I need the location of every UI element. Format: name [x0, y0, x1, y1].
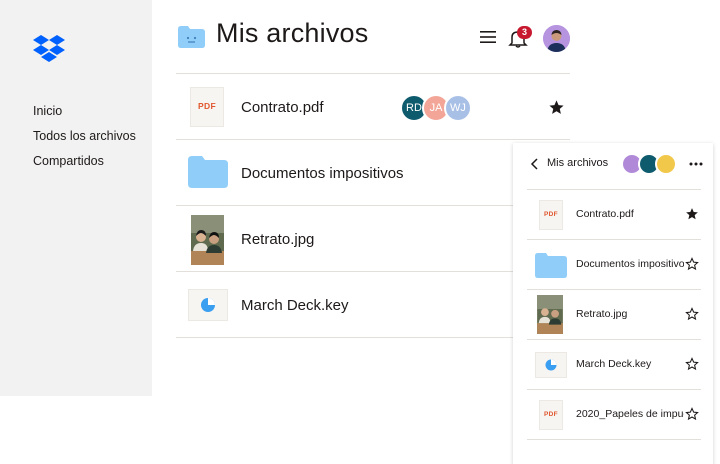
- file-name[interactable]: March Deck.key: [576, 358, 684, 370]
- mobile-panel: Mis archivos PDF Contrato.pdf Documentos…: [513, 143, 713, 464]
- notification-badge: 3: [517, 26, 532, 39]
- star-outline-icon[interactable]: [685, 357, 699, 371]
- folder-icon: [535, 253, 567, 278]
- sidebar: Inicio Todos los archivos Compartidos: [0, 0, 152, 396]
- panel-row-contrato[interactable]: PDF Contrato.pdf: [527, 190, 701, 240]
- star-outline-icon[interactable]: [685, 257, 699, 271]
- file-name[interactable]: Documentos impositivos: [241, 165, 404, 182]
- file-row-retrato[interactable]: Retrato.jpg: [176, 206, 570, 272]
- star-outline-icon[interactable]: [685, 307, 699, 321]
- panel-row-march-deck[interactable]: March Deck.key: [527, 340, 701, 390]
- sidebar-item-todos-los-archivos[interactable]: Todos los archivos: [33, 128, 136, 153]
- panel-title: Mis archivos: [547, 157, 609, 169]
- file-row-march-deck[interactable]: March Deck.key: [176, 272, 570, 338]
- sidebar-item-inicio[interactable]: Inicio: [33, 103, 136, 128]
- panel-row-retrato[interactable]: Retrato.jpg: [527, 290, 701, 340]
- file-name[interactable]: Retrato.jpg: [241, 231, 314, 248]
- file-name[interactable]: Retrato.jpg: [576, 308, 684, 320]
- photo-thumbnail: [191, 215, 224, 265]
- file-row-contrato[interactable]: PDF Contrato.pdf RD JA WJ: [176, 74, 570, 140]
- avatar-wj: WJ: [444, 94, 472, 122]
- more-icon[interactable]: [689, 162, 703, 166]
- file-row-documentos[interactable]: Documentos impositivos: [176, 140, 570, 206]
- sidebar-nav: Inicio Todos los archivos Compartidos: [33, 103, 136, 178]
- file-name[interactable]: March Deck.key: [241, 297, 349, 314]
- panel-header: Mis archivos: [513, 143, 713, 189]
- star-outline-icon[interactable]: [685, 407, 699, 421]
- file-name[interactable]: 2020_Papeles de impuestos: [576, 408, 684, 420]
- pdf-icon: PDF: [539, 200, 563, 230]
- file-name[interactable]: Documentos impositivos: [576, 258, 684, 270]
- menu-icon[interactable]: [480, 30, 496, 44]
- dropbox-logo-icon[interactable]: [33, 34, 65, 64]
- file-list: PDF Contrato.pdf RD JA WJ Documentos imp…: [176, 73, 570, 338]
- user-avatar[interactable]: [543, 25, 570, 52]
- panel-file-list: PDF Contrato.pdf Documentos impositivos: [527, 189, 701, 440]
- keynote-icon: [535, 352, 567, 378]
- file-name[interactable]: Contrato.pdf: [241, 99, 324, 116]
- star-filled-icon[interactable]: [548, 99, 565, 116]
- page-title: Mis archivos: [216, 18, 369, 48]
- pdf-type-label: PDF: [544, 211, 558, 218]
- panel-row-documentos[interactable]: Documentos impositivos: [527, 240, 701, 290]
- avatar: [655, 153, 677, 175]
- chevron-left-icon[interactable]: [530, 157, 540, 171]
- photo-thumbnail: [537, 295, 563, 334]
- pdf-type-label: PDF: [544, 411, 558, 418]
- keynote-pie-icon: [201, 298, 215, 312]
- pdf-type-label: PDF: [198, 101, 216, 111]
- star-filled-icon[interactable]: [685, 207, 699, 221]
- keynote-icon: [188, 289, 228, 321]
- folder-icon: [188, 156, 228, 188]
- pdf-icon: PDF: [539, 400, 563, 430]
- folder-icon: [178, 26, 205, 48]
- pdf-icon: PDF: [190, 87, 224, 127]
- panel-row-papeles[interactable]: PDF 2020_Papeles de impuestos: [527, 390, 701, 440]
- user-avatar-image: [543, 25, 570, 52]
- sidebar-item-compartidos[interactable]: Compartidos: [33, 153, 136, 178]
- file-name[interactable]: Contrato.pdf: [576, 208, 684, 220]
- keynote-pie-icon: [545, 359, 557, 371]
